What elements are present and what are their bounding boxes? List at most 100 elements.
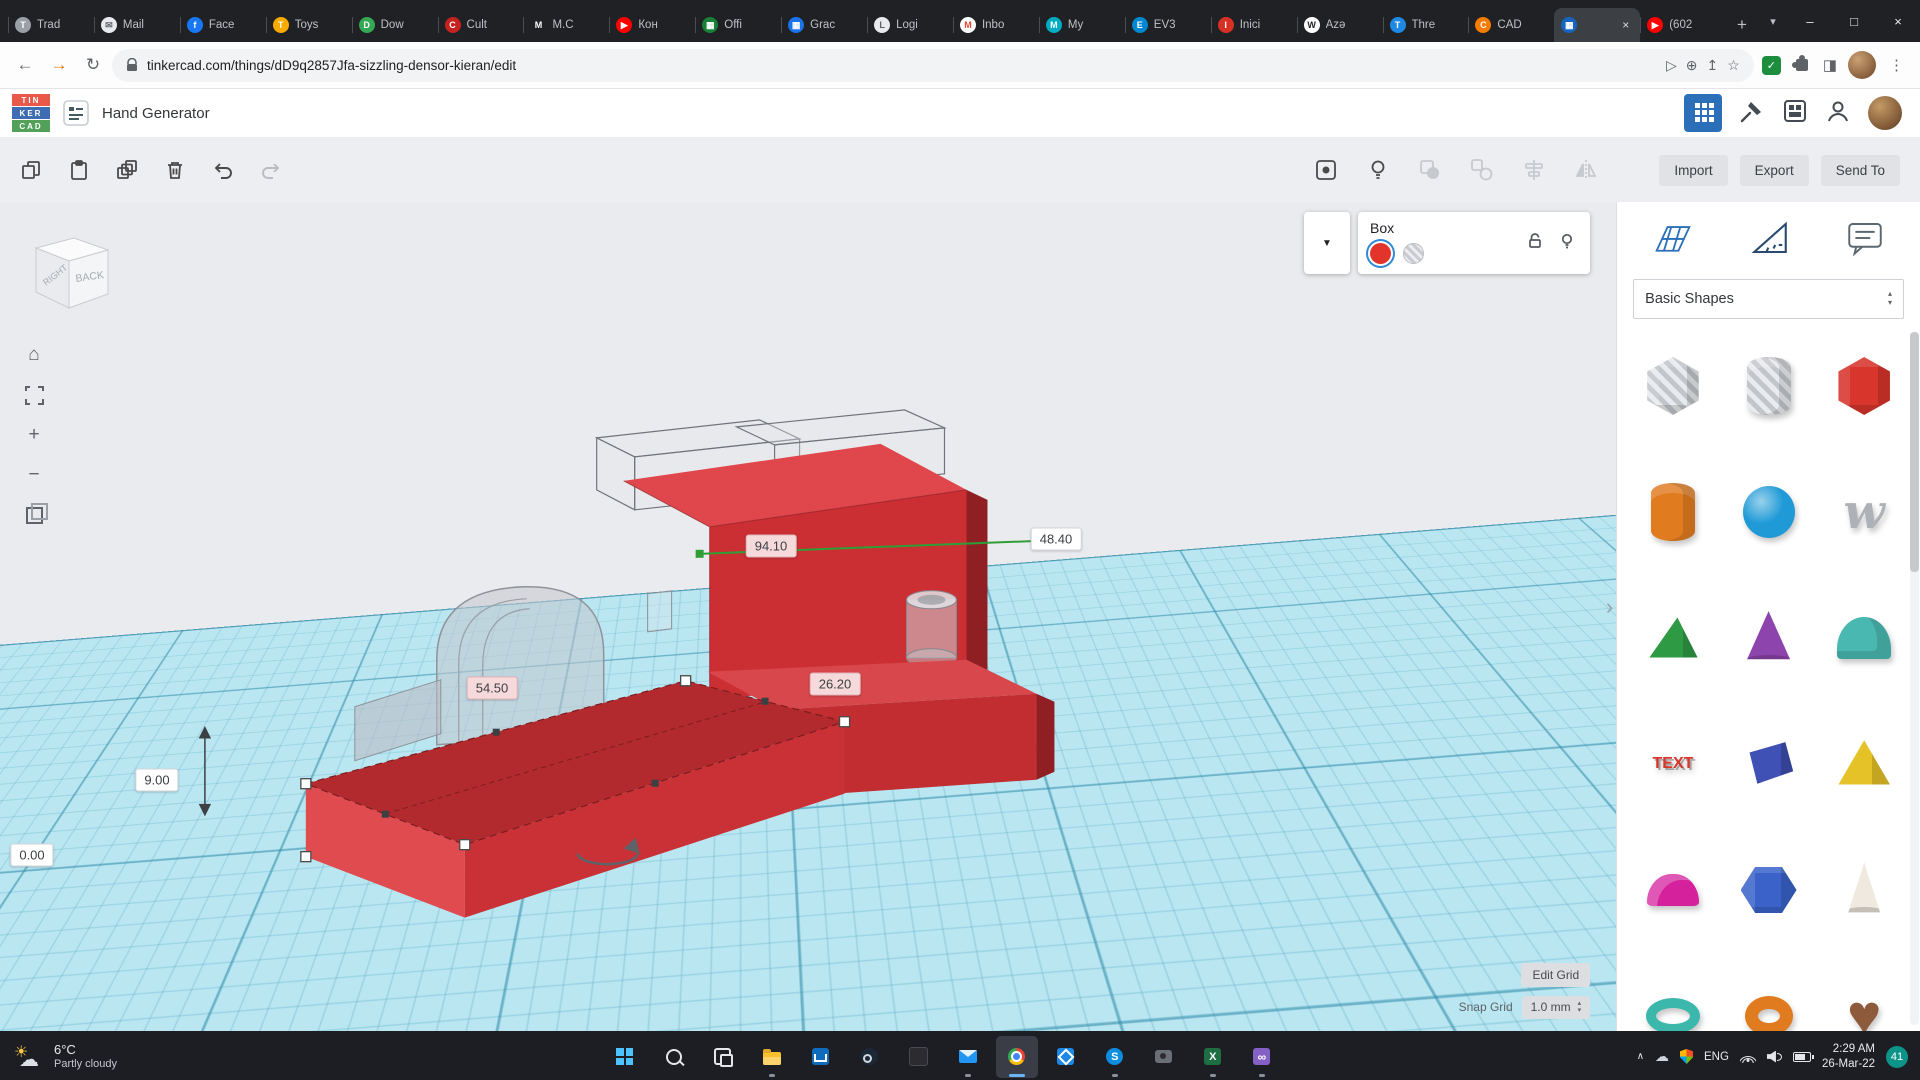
browser-tab[interactable]: ▦ xyxy=(1554,8,1640,42)
browser-tab[interactable]: T Thre xyxy=(1383,8,1469,42)
taskbar-app-icon[interactable] xyxy=(1241,1036,1283,1078)
shape-item[interactable] xyxy=(1721,323,1817,449)
battery-icon[interactable] xyxy=(1793,1052,1811,1062)
taskbar-app-icon[interactable] xyxy=(996,1036,1038,1078)
share-icon[interactable]: ↥ xyxy=(1707,57,1719,74)
shape-item[interactable] xyxy=(1625,449,1721,575)
shape-item[interactable] xyxy=(1625,701,1721,827)
volume-icon[interactable] xyxy=(1767,1051,1782,1063)
paste-icon[interactable] xyxy=(58,149,100,191)
shape-item[interactable] xyxy=(1816,575,1912,701)
align-icon[interactable] xyxy=(1513,149,1555,191)
clock[interactable]: 2:29 AM 26-Mar-22 xyxy=(1822,1042,1875,1072)
light-bulb-icon[interactable] xyxy=(1357,149,1399,191)
browser-tab[interactable]: C CAD xyxy=(1468,8,1554,42)
export-button[interactable]: Export xyxy=(1740,155,1809,186)
taskbar-app-icon[interactable] xyxy=(849,1036,891,1078)
shape-item[interactable] xyxy=(1721,827,1817,953)
browser-tab[interactable]: M M.C xyxy=(523,8,609,42)
forward-icon[interactable]: → xyxy=(44,50,74,80)
back-icon[interactable]: ← xyxy=(10,50,40,80)
shape-item[interactable] xyxy=(1816,953,1912,1031)
media-controls-icon[interactable]: ▷ xyxy=(1666,57,1677,74)
notification-badge[interactable]: 41 xyxy=(1886,1046,1908,1068)
show-all-icon[interactable] xyxy=(1305,149,1347,191)
taskbar-app-icon[interactable] xyxy=(1045,1036,1087,1078)
taskbar-app-icon[interactable] xyxy=(947,1036,989,1078)
shape-item[interactable] xyxy=(1721,701,1817,827)
close-button[interactable]: × xyxy=(1876,0,1920,42)
tinker-hammer-icon[interactable] xyxy=(1739,98,1765,129)
browser-tab[interactable]: D Dow xyxy=(352,8,438,42)
import-button[interactable]: Import xyxy=(1659,155,1727,186)
wifi-icon[interactable] xyxy=(1740,1051,1756,1063)
tab-close-icon[interactable] xyxy=(1618,18,1633,33)
taskbar-app-icon[interactable] xyxy=(1192,1036,1234,1078)
browser-tab[interactable]: ✉ Mail xyxy=(94,8,180,42)
browser-tab[interactable]: ▦ Offi xyxy=(695,8,781,42)
taskbar-app-icon[interactable] xyxy=(702,1036,744,1078)
bookmark-star-icon[interactable]: ☆ xyxy=(1727,57,1740,74)
browser-tab[interactable]: I Inici xyxy=(1211,8,1297,42)
profile-person-icon[interactable] xyxy=(1825,98,1851,129)
shape-item[interactable] xyxy=(1625,827,1721,953)
security-shield-icon[interactable] xyxy=(1680,1049,1693,1064)
lock-icon[interactable] xyxy=(1526,232,1544,255)
copy-icon[interactable] xyxy=(10,149,52,191)
shape-item[interactable] xyxy=(1816,827,1912,953)
minimize-button[interactable]: – xyxy=(1788,0,1832,42)
taskbar-app-icon[interactable] xyxy=(898,1036,940,1078)
browser-tab[interactable]: W Azə xyxy=(1297,8,1383,42)
new-tab-button[interactable]: + xyxy=(1726,8,1758,42)
shape-category-select[interactable]: Basic Shapes ▴▾ xyxy=(1633,279,1904,319)
tab-search-icon[interactable]: ▾ xyxy=(1758,15,1788,28)
workplane-tool-icon[interactable] xyxy=(1651,218,1695,263)
language-indicator[interactable]: ENG xyxy=(1704,1051,1729,1063)
browser-tab[interactable]: f Face xyxy=(180,8,266,42)
browser-profile-avatar[interactable] xyxy=(1848,51,1876,79)
extensions-puzzle-icon[interactable] xyxy=(1796,59,1808,71)
shape-item[interactable] xyxy=(1721,575,1817,701)
ruler-tool-icon[interactable] xyxy=(1749,218,1791,263)
browser-tab[interactable]: ▶ Кон xyxy=(609,8,695,42)
zoom-icon[interactable]: ⊕ xyxy=(1686,57,1698,74)
url-text[interactable]: tinkercad.com/things/dD9q2857Jfa-sizzlin… xyxy=(147,58,1657,73)
extension-check-icon[interactable]: ✓ xyxy=(1762,56,1781,75)
side-panel-icon[interactable]: ◨ xyxy=(1823,56,1837,74)
send-to-button[interactable]: Send To xyxy=(1821,155,1900,186)
maximize-button[interactable]: □ xyxy=(1832,0,1876,42)
sidebar-scrollbar[interactable] xyxy=(1910,332,1919,1025)
redo-icon[interactable] xyxy=(250,149,292,191)
taskbar-app-icon[interactable] xyxy=(800,1036,842,1078)
browser-tab[interactable]: T Toys xyxy=(266,8,352,42)
duplicate-icon[interactable] xyxy=(106,149,148,191)
delete-icon[interactable] xyxy=(154,149,196,191)
browser-tab[interactable]: M My xyxy=(1039,8,1125,42)
transparent-swatch[interactable] xyxy=(1403,243,1424,264)
view-cube[interactable]: RIGHT BACK xyxy=(22,218,122,323)
code-blocks-icon[interactable] xyxy=(1782,98,1808,129)
taskbar-app-icon[interactable] xyxy=(751,1036,793,1078)
mirror-icon[interactable] xyxy=(1565,149,1607,191)
reload-icon[interactable]: ↻ xyxy=(78,50,108,80)
ungroup-icon[interactable] xyxy=(1461,149,1503,191)
solid-color-swatch[interactable] xyxy=(1370,243,1391,264)
shape-item[interactable] xyxy=(1625,953,1721,1031)
browser-tab[interactable]: ▶ (602 xyxy=(1640,8,1726,42)
onedrive-icon[interactable]: ☁ xyxy=(1655,1048,1669,1065)
shape-item[interactable] xyxy=(1625,323,1721,449)
taskbar-app-icon[interactable] xyxy=(1143,1036,1185,1078)
omnibox[interactable]: tinkercad.com/things/dD9q2857Jfa-sizzlin… xyxy=(112,49,1754,82)
3d-viewport[interactable]: 94.10 48.40 54.50 26.20 9.00 0.00 xyxy=(0,202,1616,1031)
taskbar-app-icon[interactable] xyxy=(1094,1036,1136,1078)
edit-grid-button[interactable]: Edit Grid xyxy=(1521,963,1590,987)
shape-item[interactable] xyxy=(1816,701,1912,827)
fit-view-icon[interactable] xyxy=(21,382,47,408)
zoom-in-icon[interactable]: + xyxy=(21,422,47,448)
home-view-icon[interactable]: ⌂ xyxy=(21,342,47,368)
weather-widget[interactable]: ☀☁ 6°C Partly cloudy xyxy=(0,1042,250,1072)
browser-menu-icon[interactable]: ⋮ xyxy=(1887,56,1906,74)
shape-item[interactable] xyxy=(1625,575,1721,701)
taskbar-app-icon[interactable] xyxy=(604,1036,646,1078)
scrollbar-thumb[interactable] xyxy=(1910,332,1919,572)
